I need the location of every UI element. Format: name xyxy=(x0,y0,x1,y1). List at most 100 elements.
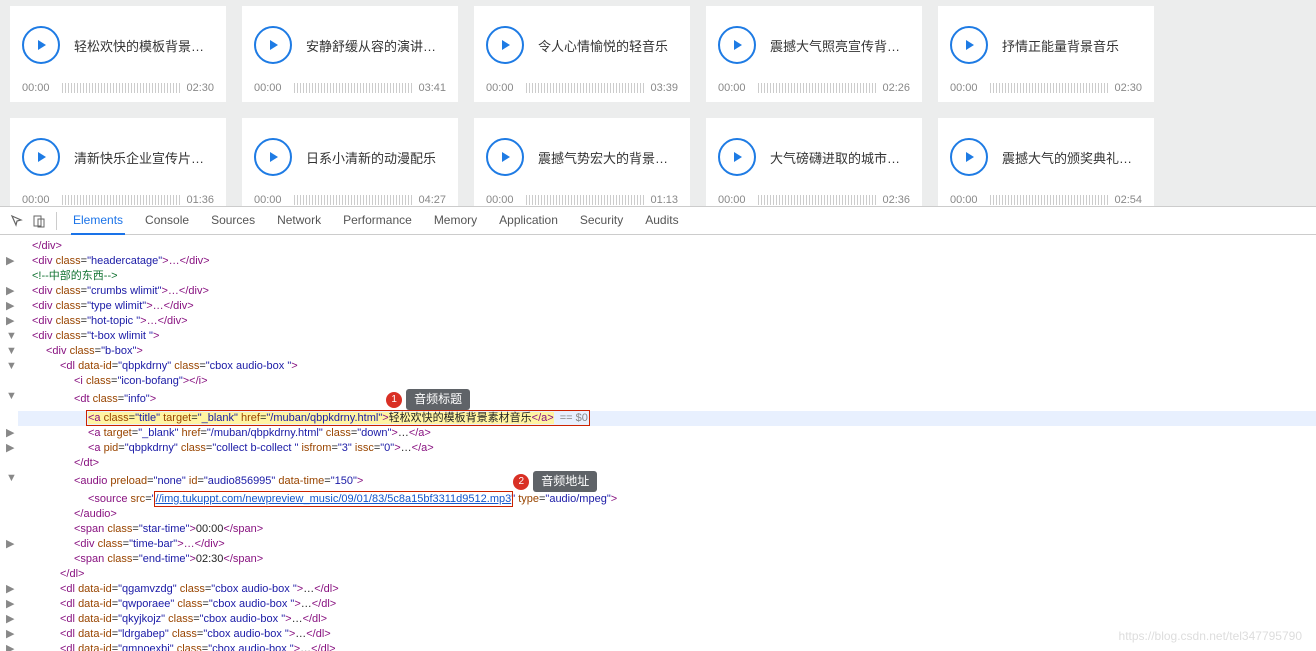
audio-card[interactable]: 大气磅礴进取的城市宣... 00:00 02:36 xyxy=(706,118,922,206)
waveform xyxy=(990,195,1108,205)
elements-tree[interactable]: </div>▶<div class="headercatage">…</div>… xyxy=(0,235,1316,651)
audio-title: 抒情正能量背景音乐 xyxy=(1002,36,1119,55)
dom-node[interactable]: ▶<div class="hot-topic ">…</div> xyxy=(18,314,1316,329)
audio-title: 震撼大气的颁奖典礼背... xyxy=(1002,148,1142,167)
tab-performance[interactable]: Performance xyxy=(341,207,414,235)
time-end: 04:27 xyxy=(418,194,446,206)
audio-card[interactable]: 抒情正能量背景音乐 00:00 02:30 xyxy=(938,6,1154,102)
time-start: 00:00 xyxy=(950,194,984,206)
waveform xyxy=(526,83,644,93)
audio-title: 震撼气势宏大的背景音乐 xyxy=(538,148,678,167)
audio-title: 安静舒缓从容的演讲背... xyxy=(306,36,446,55)
audio-title: 大气磅礴进取的城市宣... xyxy=(770,148,910,167)
dom-node[interactable]: ▼<div class="b-box"> xyxy=(18,344,1316,359)
time-start: 00:00 xyxy=(22,194,56,206)
dom-node[interactable]: ▼<div class="t-box wlimit "> xyxy=(18,329,1316,344)
audio-cards-area: 轻松欢快的模板背景素... 00:00 02:30 安静舒缓从容的演讲背... 00:0… xyxy=(0,0,1316,206)
dom-node[interactable]: ▶<a target="_blank" href="/muban/qbpkdrn… xyxy=(18,426,1316,441)
annotation-badge-1: 1 xyxy=(386,392,402,408)
time-end: 02:30 xyxy=(1114,82,1142,94)
annotation-badge-2: 2 xyxy=(513,474,529,490)
dom-node[interactable]: <source src="//img.tukuppt.com/newprevie… xyxy=(18,492,1316,507)
audio-card[interactable]: 震撼气势宏大的背景音乐00:0001:13 xyxy=(474,118,690,206)
play-button[interactable] xyxy=(254,26,292,64)
dom-node[interactable]: ▶<dl data-id="qwporaee" class="cbox audi… xyxy=(18,597,1316,612)
dom-node[interactable]: <i class="icon-bofang"></i> xyxy=(18,374,1316,389)
play-button[interactable] xyxy=(718,26,756,64)
dom-node[interactable]: ▼<audio preload="none" id="audio856995" … xyxy=(18,471,1316,492)
waveform xyxy=(294,195,412,205)
time-end: 01:13 xyxy=(650,194,678,206)
waveform xyxy=(62,83,180,93)
dom-node[interactable]: ▶<div class="crumbs wlimit">…</div> xyxy=(18,284,1316,299)
annotation-label-1: 音频标题 xyxy=(406,389,470,410)
time-start: 00:00 xyxy=(254,82,288,94)
dom-node[interactable]: </dl> xyxy=(18,567,1316,582)
dom-node[interactable]: ▼<dl data-id="qbpkdrny" class="cbox audi… xyxy=(18,359,1316,374)
dom-node[interactable]: ▶<div class="time-bar">…</div> xyxy=(18,537,1316,552)
waveform xyxy=(758,195,876,205)
dom-node[interactable]: <!--中部的东西--> xyxy=(18,269,1316,284)
dom-node[interactable]: ▶<div class="headercatage">…</div> xyxy=(18,254,1316,269)
play-button[interactable] xyxy=(950,138,988,176)
time-end: 02:30 xyxy=(186,82,214,94)
time-end: 03:41 xyxy=(418,82,446,94)
dom-node[interactable]: ▶<div class="type wlimit">…</div> xyxy=(18,299,1316,314)
dom-node[interactable]: </div> xyxy=(18,239,1316,254)
inspect-icon[interactable] xyxy=(6,210,28,232)
tab-security[interactable]: Security xyxy=(578,207,625,235)
dom-node[interactable]: </dt> xyxy=(18,456,1316,471)
audio-card[interactable]: 轻松欢快的模板背景素... 00:00 02:30 xyxy=(10,6,226,102)
audio-card[interactable]: 震撼大气照亮宣传背景...00:0002:26 xyxy=(706,6,922,102)
dom-node[interactable]: ▼<dt class="info">1音频标题 xyxy=(18,389,1316,410)
audio-card[interactable]: 震撼大气的颁奖典礼背... 00:00 02:54 xyxy=(938,118,1154,206)
devtools-panel: Elements Console Sources Network Performance… xyxy=(0,206,1316,651)
audio-title: 轻松欢快的模板背景素... xyxy=(74,36,214,55)
dom-node[interactable]: <span class="star-time">00:00</span> xyxy=(18,522,1316,537)
time-end: 01:36 xyxy=(186,194,214,206)
audio-card[interactable]: 令人心情愉悦的轻音乐 00:00 03:39 xyxy=(474,6,690,102)
dom-node[interactable]: ▶<dl data-id="qkyjkojz" class="cbox audi… xyxy=(18,612,1316,627)
tab-application[interactable]: Application xyxy=(497,207,560,235)
time-start: 00:00 xyxy=(718,194,752,206)
dom-node[interactable]: ▶<dl data-id="ldrgabep" class="cbox audi… xyxy=(18,627,1316,642)
audio-title: 日系小清新的动漫配乐 xyxy=(306,148,436,167)
time-end: 02:36 xyxy=(882,194,910,206)
play-button[interactable] xyxy=(718,138,756,176)
time-start: 00:00 xyxy=(950,82,984,94)
time-start: 00:00 xyxy=(718,82,752,94)
device-toggle-icon[interactable] xyxy=(28,210,50,232)
tab-network[interactable]: Network xyxy=(275,207,323,235)
audio-title: 令人心情愉悦的轻音乐 xyxy=(538,36,668,55)
play-button[interactable] xyxy=(486,26,524,64)
tab-audits[interactable]: Audits xyxy=(643,207,680,235)
time-end: 03:39 xyxy=(650,82,678,94)
tab-console[interactable]: Console xyxy=(143,207,191,235)
play-button[interactable] xyxy=(254,138,292,176)
play-button[interactable] xyxy=(22,138,60,176)
audio-card[interactable]: 清新快乐企业宣传片配乐 00:00 01:36 xyxy=(10,118,226,206)
dom-node[interactable]: <span class="end-time">02:30</span> xyxy=(18,552,1316,567)
dom-node[interactable]: <a class="title" target="_blank" href="/… xyxy=(18,411,1316,426)
tab-memory[interactable]: Memory xyxy=(432,207,479,235)
dom-node[interactable]: ▶<a pid="qbpkdrny" class="collect b-coll… xyxy=(18,441,1316,456)
time-end: 02:54 xyxy=(1114,194,1142,206)
dom-node[interactable]: ▶<dl data-id="qmnoexbj" class="cbox audi… xyxy=(18,642,1316,651)
tab-elements[interactable]: Elements xyxy=(71,207,125,235)
play-button[interactable] xyxy=(22,26,60,64)
tab-sources[interactable]: Sources xyxy=(209,207,257,235)
time-start: 00:00 xyxy=(22,82,56,94)
cards-row-1: 轻松欢快的模板背景素... 00:00 02:30 安静舒缓从容的演讲背... 00:0… xyxy=(10,6,1306,102)
play-button[interactable] xyxy=(486,138,524,176)
audio-title: 清新快乐企业宣传片配乐 xyxy=(74,148,214,167)
waveform xyxy=(294,83,412,93)
play-button[interactable] xyxy=(950,26,988,64)
audio-card[interactable]: 安静舒缓从容的演讲背... 00:00 03:41 xyxy=(242,6,458,102)
dom-node[interactable]: </audio> xyxy=(18,507,1316,522)
dom-node[interactable]: ▶<dl data-id="qgamvzdg" class="cbox audi… xyxy=(18,582,1316,597)
time-end: 02:26 xyxy=(882,82,910,94)
annotation-label-2: 音频地址 xyxy=(533,471,597,492)
time-start: 00:00 xyxy=(486,82,520,94)
audio-card[interactable]: 日系小清新的动漫配乐 00:00 04:27 xyxy=(242,118,458,206)
time-start: 00:00 xyxy=(254,194,288,206)
